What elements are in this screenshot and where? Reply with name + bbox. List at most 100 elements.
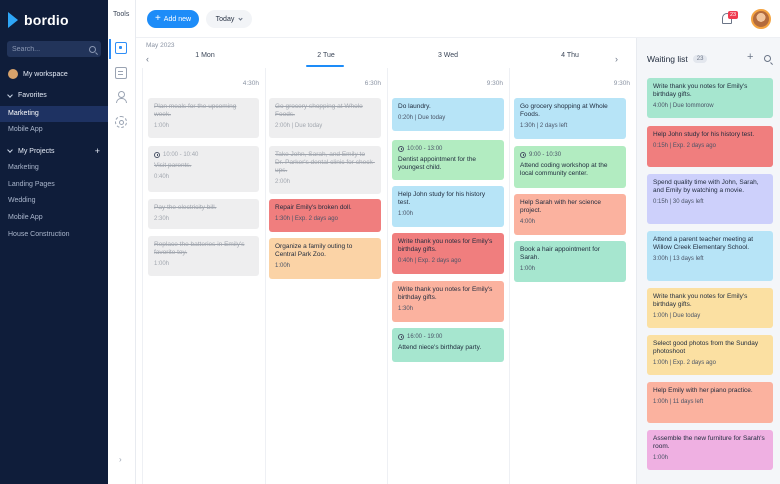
clock-icon: [398, 146, 404, 152]
sidebar-project-marketing[interactable]: Marketing: [0, 160, 108, 176]
day-header-mon[interactable]: 1 Mon: [145, 52, 265, 59]
waiting-task-card[interactable]: Write thank you notes for Emily's birthd…: [647, 288, 773, 328]
task-card[interactable]: Replace the batteries in Emily's favorit…: [148, 236, 259, 276]
sidebar-project-wedding[interactable]: Wedding: [0, 193, 108, 209]
task-card[interactable]: Take John, Sarah, and Emily to Dr. Parke…: [269, 146, 381, 194]
task-card[interactable]: Do laundry. 0:20h | Due today: [392, 98, 504, 131]
chevron-right-icon[interactable]: ›: [119, 455, 122, 464]
task-time: 16:00 - 19:00: [398, 333, 498, 341]
clock-icon: [520, 152, 526, 158]
waiting-task-card[interactable]: Help Emily with her piano practice. 1:00…: [647, 382, 773, 423]
sidebar: bordio My workspace Favorites Marketing …: [0, 0, 108, 484]
waiting-task-card[interactable]: Attend a parent teacher meeting at Willo…: [647, 231, 773, 281]
sidebar-project-mobile-app[interactable]: Mobile App: [0, 210, 108, 226]
workspace-label: My workspace: [23, 70, 68, 78]
sidebar-project-landing-pages[interactable]: Landing Pages: [0, 177, 108, 193]
task-meta: 0:15h | 30 days left: [653, 199, 704, 205]
search-input[interactable]: [12, 45, 82, 53]
task-title: Write thank you notes for Emily's birthd…: [398, 238, 493, 253]
task-card[interactable]: 9:00 - 10:30 Attend coding workshop at t…: [514, 146, 626, 188]
sidebar-item-mobile-app[interactable]: Mobile App: [0, 122, 108, 138]
waiting-task-card[interactable]: Assemble the new furniture for Sarah's r…: [647, 430, 773, 470]
task-meta: 1:00h: [520, 266, 536, 272]
task-meta: 0:40h | Exp. 2 days ago: [398, 258, 461, 264]
task-card[interactable]: 10:00 - 10:40 Visit parents. 0:40h: [148, 146, 259, 192]
add-waiting-task-icon[interactable]: +: [747, 51, 753, 63]
task-card[interactable]: Go grocery shopping at Whole Foods. 1:30…: [514, 98, 626, 139]
add-new-button[interactable]: + Add new: [147, 10, 199, 28]
waiting-task-card[interactable]: Write thank you notes for Emily's birthd…: [647, 78, 773, 118]
app-logo[interactable]: bordio: [8, 12, 69, 28]
task-meta: 1:00h | 11 days left: [653, 399, 704, 405]
task-card[interactable]: Write thank you notes for Emily's birthd…: [392, 233, 504, 274]
task-title: Go grocery shopping at Whole Foods.: [275, 103, 363, 118]
day-header-tue[interactable]: 2 Tue: [266, 52, 386, 67]
task-title: Help John study for his history test.: [653, 131, 755, 138]
task-card[interactable]: Plan meals for the upcoming week. 1:00h: [148, 98, 259, 138]
task-card[interactable]: Pay the electricity bill. 2:30h: [148, 199, 259, 229]
user-icon[interactable]: [115, 91, 127, 103]
chevron-down-icon: [238, 15, 243, 21]
sidebar-item-marketing[interactable]: Marketing: [0, 106, 108, 122]
workspace-selector[interactable]: My workspace: [8, 69, 68, 79]
task-title: Pay the electricity bill.: [154, 204, 217, 211]
task-time: 10:00 - 10:40: [154, 151, 253, 159]
task-meta: 1:00h: [275, 263, 291, 269]
sidebar-project-house-construction[interactable]: House Construction: [0, 227, 108, 243]
add-new-label: Add new: [163, 15, 192, 23]
task-title: Take John, Sarah, and Emily to Dr. Parke…: [275, 151, 375, 174]
favorites-section[interactable]: Favorites: [7, 91, 100, 99]
notification-badge: 23: [728, 11, 739, 19]
day-total-time: 9:30h: [613, 80, 630, 87]
sidebar-search[interactable]: [7, 41, 101, 57]
add-project-icon[interactable]: +: [95, 146, 100, 156]
task-title: Attend a parent teacher meeting at Willo…: [653, 236, 754, 251]
task-card[interactable]: Repair Emily's broken doll. 1:30h | Exp.…: [269, 199, 381, 232]
task-title: Attend niece's birthday party.: [398, 344, 482, 351]
projects-section[interactable]: My Projects +: [7, 146, 100, 156]
task-title: Assemble the new furniture for Sarah's r…: [653, 435, 765, 450]
task-title: Plan meals for the upcoming week.: [154, 103, 237, 118]
waiting-task-card[interactable]: Select good photos from the Sunday photo…: [647, 335, 773, 375]
task-meta: 0:20h | Due today: [398, 115, 446, 121]
task-card[interactable]: Organize a family outing to Central Park…: [269, 238, 381, 279]
waiting-list-count: 23: [692, 55, 708, 63]
calendar-icon[interactable]: [109, 39, 127, 59]
task-time: 9:00 - 10:30: [520, 151, 620, 159]
chevron-down-icon[interactable]: [7, 147, 13, 153]
task-title: Organize a family outing to Central Park…: [275, 243, 353, 258]
task-time: 10:00 - 13:00: [398, 145, 498, 153]
user-avatar[interactable]: [751, 9, 771, 29]
task-card[interactable]: 10:00 - 13:00 Dentist appointment for th…: [392, 140, 504, 180]
task-meta: 1:00h: [653, 455, 669, 461]
day-header-wed[interactable]: 3 Wed: [388, 52, 508, 59]
clock-icon: [398, 334, 404, 340]
task-meta: 4:00h: [520, 219, 536, 225]
workspace-avatar: [8, 69, 18, 79]
day-header-thu[interactable]: 4 Thu: [510, 52, 630, 59]
gear-icon[interactable]: [115, 116, 127, 128]
task-card[interactable]: Help John study for his history test. 1:…: [392, 186, 504, 227]
task-card[interactable]: Go grocery shopping at Whole Foods. 2:00…: [269, 98, 381, 138]
clock-icon: [154, 152, 160, 158]
task-title: Write thank you notes for Emily's birthd…: [398, 286, 493, 301]
chevron-down-icon[interactable]: [7, 91, 13, 98]
task-title: Dentist appointment for the youngest chi…: [398, 156, 477, 171]
projects-label: My Projects: [18, 147, 55, 155]
task-card[interactable]: Write thank you notes for Emily's birthd…: [392, 281, 504, 322]
document-icon[interactable]: [115, 67, 127, 79]
bordio-logo-icon: [8, 12, 20, 28]
search-icon[interactable]: [764, 55, 771, 62]
tools-column: Tools ›: [108, 0, 136, 484]
time-range: 10:00 - 10:40: [163, 152, 199, 158]
search-icon[interactable]: [89, 45, 96, 53]
task-card[interactable]: Help Sarah with her science project. 4:0…: [514, 194, 626, 235]
waiting-task-card[interactable]: Help John study for his history test. 0:…: [647, 126, 773, 167]
task-card[interactable]: Book a hair appointment for Sarah. 1:00h: [514, 241, 626, 282]
task-card[interactable]: 16:00 - 19:00 Attend niece's birthday pa…: [392, 328, 504, 362]
task-title: Attend coding workshop at the local comm…: [520, 162, 608, 177]
today-dropdown[interactable]: Today: [206, 10, 252, 28]
task-meta: 2:30h: [154, 216, 170, 222]
time-range: 16:00 - 19:00: [407, 334, 443, 340]
waiting-task-card[interactable]: Spend quality time with John, Sarah, and…: [647, 174, 773, 224]
